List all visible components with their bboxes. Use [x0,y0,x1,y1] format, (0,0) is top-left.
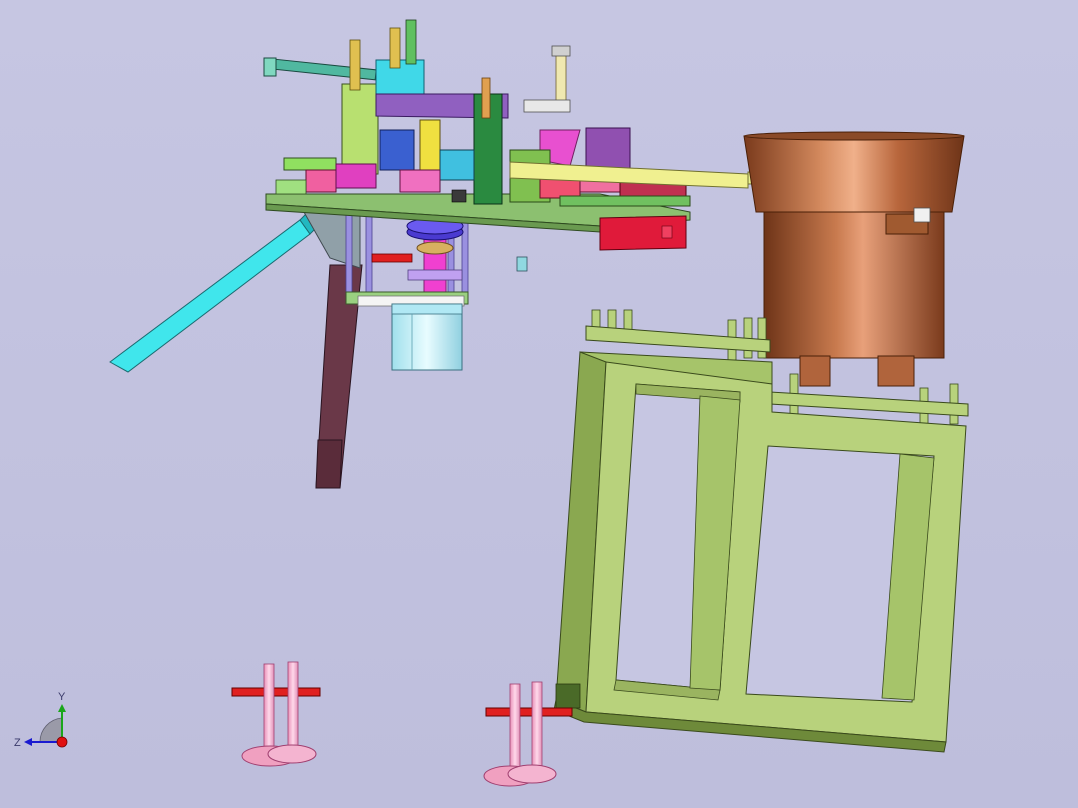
vibratory-bowl[interactable] [743,131,965,387]
z-axis-label: Z [14,737,21,749]
spindle-assembly[interactable] [406,217,464,301]
z-axis-arrowhead-icon [24,738,32,746]
orientation-triad[interactable]: Y Z [14,691,68,749]
discharge-chute[interactable] [109,213,319,373]
y-axis-label: Y [58,691,66,703]
red-block[interactable] [599,215,687,251]
air-cylinder[interactable] [391,303,463,371]
cad-viewport[interactable]: Y Z [0,0,1078,808]
machine-assembly-model[interactable]: Y Z [0,0,1078,808]
y-axis-arrowhead-icon [58,704,66,712]
adjustable-feet-left[interactable] [231,661,321,767]
small-fastener[interactable] [516,256,528,272]
origin-dot-icon [56,736,68,748]
